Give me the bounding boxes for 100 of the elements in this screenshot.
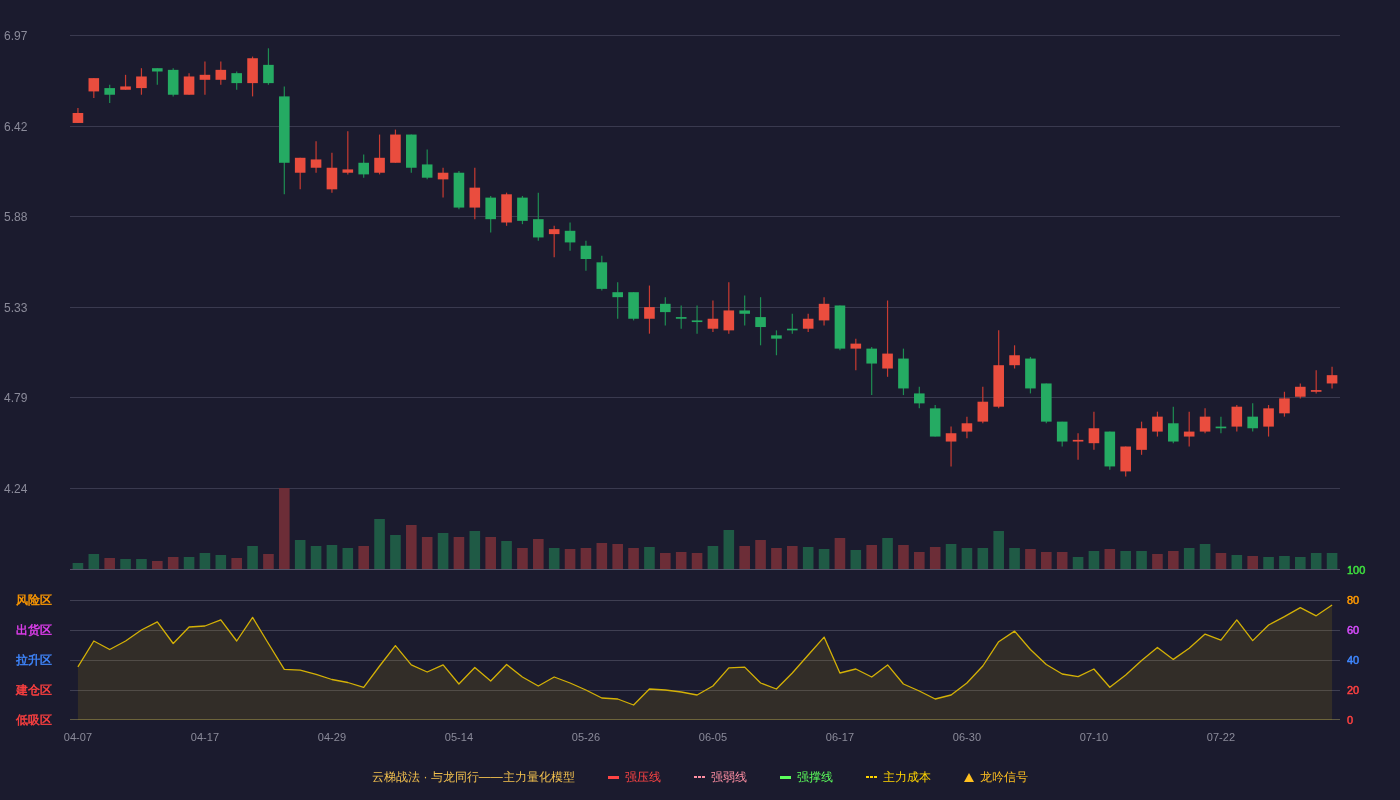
candle (818, 296, 830, 326)
candle (675, 304, 687, 330)
date-label: 07-22 (1206, 731, 1235, 743)
candle (501, 192, 512, 227)
candle (596, 255, 608, 292)
indicator-axis-label: 60 (1347, 624, 1360, 636)
candle (1136, 421, 1147, 456)
price-axis-label: 5.88 (4, 209, 28, 224)
candle (866, 346, 877, 396)
candle (358, 153, 369, 179)
candle (945, 426, 957, 468)
candle (1231, 404, 1243, 433)
date-label: 05-14 (444, 731, 473, 743)
candle (977, 386, 989, 424)
candle (231, 70, 242, 91)
candle (929, 404, 941, 438)
candle (167, 67, 179, 97)
legend-title: 云梯战法 · 与龙同行——主力量化模型 (372, 768, 575, 786)
candle (421, 148, 433, 180)
candle (660, 296, 671, 326)
indicator-axis-label: 40 (1347, 654, 1360, 666)
candle (1072, 432, 1084, 461)
indicator-axis-label: 0 (1347, 714, 1354, 726)
legend-label: 强撑线 (796, 768, 833, 786)
candle (1152, 411, 1163, 438)
candle (517, 195, 528, 225)
candle (1199, 407, 1211, 434)
candle (834, 304, 846, 351)
candle (787, 313, 798, 335)
legend-label: 龙吟信号 (979, 768, 1028, 786)
date-label: 05-26 (571, 731, 600, 743)
candle (564, 221, 576, 252)
candle (120, 74, 131, 91)
candle (961, 416, 973, 439)
candle (294, 157, 306, 190)
candle (104, 84, 115, 104)
candle (247, 55, 258, 97)
date-label: 04-17 (190, 731, 219, 743)
legend-label: 强弱线 (710, 768, 747, 786)
candle (1120, 445, 1131, 477)
candle (1215, 416, 1227, 434)
candle (183, 72, 195, 96)
zone-label: 拉升区 (16, 653, 52, 667)
date-label: 06-30 (952, 731, 981, 743)
price-axis-label: 6.97 (4, 28, 28, 43)
candle (199, 60, 211, 96)
candle (1025, 356, 1036, 395)
price-axis-label: 6.42 (4, 119, 28, 134)
candle (1295, 382, 1306, 399)
candle (469, 167, 481, 220)
price-axis-label: 4.79 (4, 390, 28, 405)
candle (485, 195, 496, 234)
candle (914, 386, 925, 409)
date-label: 07-10 (1079, 731, 1108, 743)
candle (691, 304, 703, 335)
candle (1056, 421, 1068, 448)
candle (1009, 344, 1020, 370)
candle (739, 294, 750, 326)
candle (802, 313, 814, 333)
candle (1183, 411, 1195, 448)
candle (1041, 382, 1052, 424)
candle (1168, 406, 1179, 444)
candle (215, 60, 227, 86)
candle (723, 281, 735, 335)
candle (453, 170, 465, 210)
indicator-axis-label: 100 (1347, 564, 1366, 576)
zone-label: 风险区 (16, 593, 52, 607)
candle (342, 130, 354, 175)
candle (263, 47, 274, 86)
candle (628, 291, 639, 321)
candle (374, 133, 385, 175)
candle (88, 77, 100, 99)
candle (707, 299, 719, 333)
zone-label: 出货区 (16, 623, 52, 637)
candle (136, 67, 147, 96)
price-axis-label: 4.24 (4, 481, 28, 496)
candle (771, 329, 782, 356)
candle (580, 240, 592, 272)
indicator-axis-label: 20 (1347, 684, 1360, 696)
candle (548, 225, 560, 258)
candle (755, 296, 766, 346)
legend-label: 强压线 (624, 768, 661, 786)
candle (390, 129, 401, 164)
date-label: 06-17 (825, 731, 854, 743)
price-axis-label: 5.33 (4, 300, 28, 315)
candle (898, 348, 909, 396)
candle (850, 338, 862, 371)
zone-label: 建仓区 (16, 683, 52, 697)
candle (1279, 391, 1290, 418)
date-label: 04-29 (317, 731, 346, 743)
candle (612, 281, 623, 320)
candle (152, 67, 163, 86)
candle (533, 192, 544, 242)
date-label: 06-05 (698, 731, 727, 743)
date-label: 04-07 (63, 731, 92, 743)
candle (437, 167, 449, 199)
candle (1310, 369, 1322, 395)
zone-label: 低吸区 (16, 713, 52, 727)
legend-label: 主力成本 (882, 768, 931, 786)
indicator-axis-label: 80 (1347, 594, 1360, 606)
